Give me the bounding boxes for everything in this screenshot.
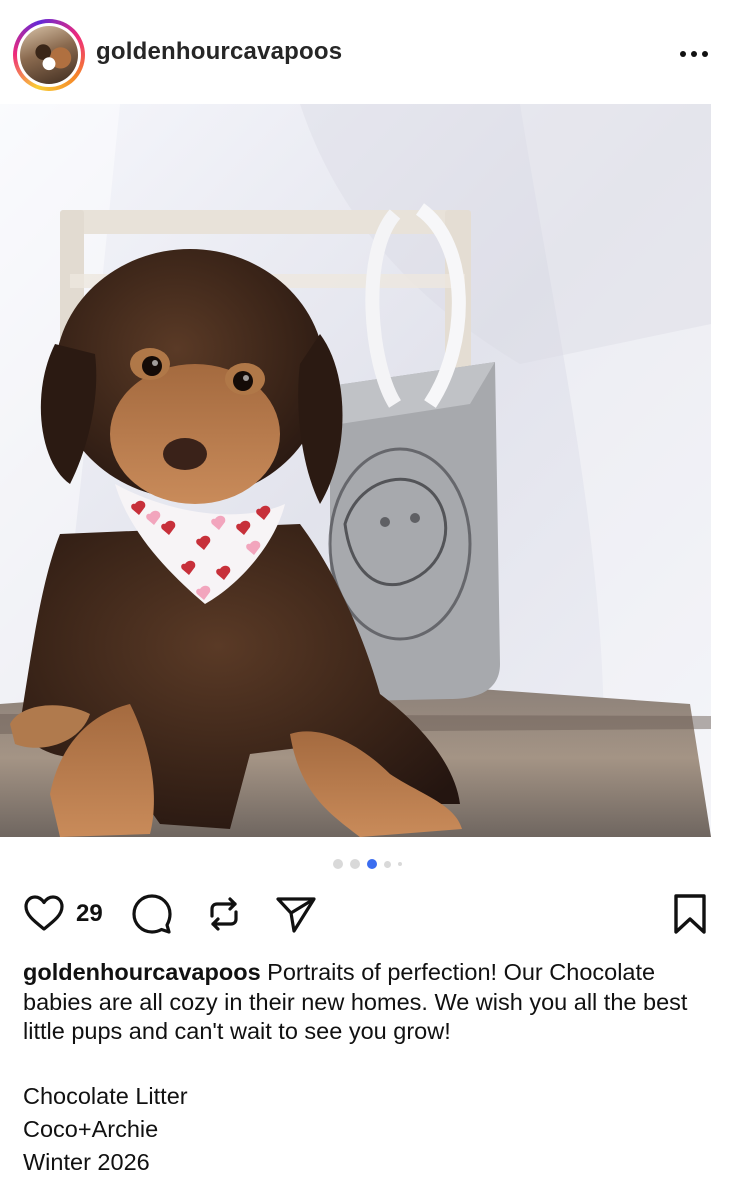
post-header: goldenhourcavapoos bbox=[0, 0, 734, 104]
caption-line: Coco+Archie bbox=[23, 1116, 159, 1142]
caption-line: Winter 2026 bbox=[23, 1149, 150, 1175]
caption-username[interactable]: goldenhourcavapoos bbox=[23, 959, 261, 985]
send-icon[interactable] bbox=[272, 890, 320, 938]
caption-line: Chocolate Litter bbox=[23, 1083, 188, 1109]
bookmark-icon[interactable] bbox=[666, 890, 714, 938]
heart-icon[interactable] bbox=[20, 890, 68, 938]
carousel-dot bbox=[397, 862, 402, 866]
carousel-indicator bbox=[0, 858, 734, 870]
post-image[interactable] bbox=[0, 104, 711, 837]
username-link[interactable]: goldenhourcavapoos bbox=[96, 38, 342, 66]
carousel-dot bbox=[349, 859, 360, 869]
profile-avatar[interactable] bbox=[20, 26, 78, 84]
carousel-dot bbox=[332, 859, 343, 869]
carousel-dot bbox=[383, 860, 391, 868]
post-caption: goldenhourcavapoos Portraits of perfecti… bbox=[23, 958, 723, 1047]
repost-icon[interactable] bbox=[200, 890, 248, 938]
like-count[interactable]: 29 bbox=[76, 900, 103, 928]
more-options-icon[interactable] bbox=[676, 40, 712, 68]
carousel-dot-active bbox=[366, 859, 377, 869]
story-ring[interactable] bbox=[13, 19, 85, 91]
caption-details: Chocolate Litter Coco+Archie Winter 2026 bbox=[23, 1080, 188, 1179]
post-actions: 29 bbox=[0, 890, 734, 938]
comment-icon[interactable] bbox=[128, 890, 176, 938]
